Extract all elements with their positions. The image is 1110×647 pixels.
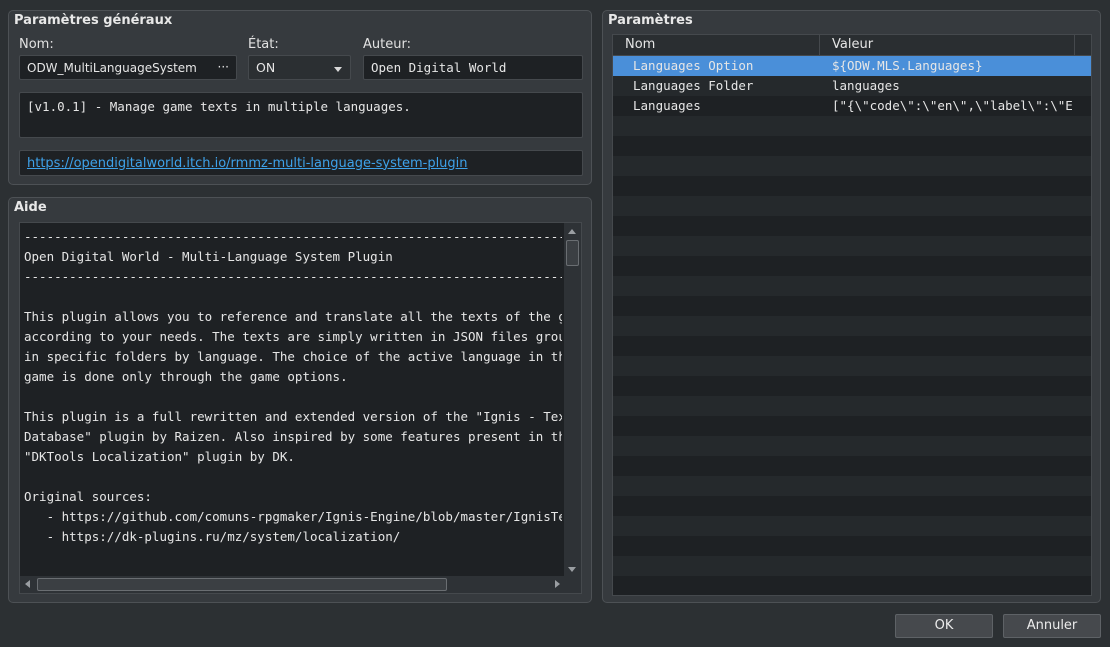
- table-stripe: [613, 156, 1091, 176]
- help-line: - https://github.com/comuns-rpgmaker/Ign…: [46, 509, 562, 524]
- table-stripe: [613, 296, 1091, 316]
- help-line: This plugin is a full rewritten and exte…: [24, 409, 562, 424]
- table-stripe: [613, 456, 1091, 476]
- scroll-corner: [564, 576, 581, 593]
- table-stripe: [613, 176, 1091, 196]
- name-label: Nom:: [19, 37, 54, 52]
- help-line: Database" plugin by Raizen. Also inspire…: [24, 429, 562, 444]
- help-line: [24, 467, 562, 487]
- table-stripe: [613, 476, 1091, 496]
- table-stripe: [613, 276, 1091, 296]
- table-stripe: [613, 316, 1091, 336]
- param-value-cell: ${ODW.MLS.Languages}: [832, 58, 983, 73]
- ok-button[interactable]: OK: [895, 614, 993, 638]
- help-line: [24, 567, 562, 575]
- table-stripe: [613, 396, 1091, 416]
- description-field[interactable]: [v1.0.1] - Manage game texts in multiple…: [19, 92, 583, 138]
- param-name-cell: Languages Option: [633, 58, 754, 73]
- author-label: Auteur:: [363, 37, 411, 52]
- table-stripe: [613, 356, 1091, 376]
- table-stripe: [613, 196, 1091, 216]
- table-row[interactable]: Languages ["{\"code\":\"en\",\"label\":\"…: [613, 96, 1091, 116]
- table-stripe: [613, 336, 1091, 356]
- chevron-down-icon: [334, 67, 342, 72]
- vertical-scroll-thumb[interactable]: [566, 240, 579, 266]
- column-header-name[interactable]: Nom: [613, 35, 820, 55]
- horizontal-scroll-thumb[interactable]: [37, 578, 447, 591]
- help-line: Open Digital World - Multi-Language Syst…: [24, 249, 393, 264]
- param-name-cell: Languages Folder: [633, 78, 754, 93]
- param-name-cell: Languages: [633, 98, 701, 113]
- description-value: [v1.0.1] - Manage game texts in multiple…: [27, 99, 411, 114]
- params-title: Paramètres: [608, 13, 693, 28]
- scroll-right-icon[interactable]: [555, 580, 560, 588]
- help-line: game is done only through the game optio…: [24, 369, 348, 384]
- help-line: ----------------------------------------…: [24, 269, 562, 284]
- table-stripe: [613, 576, 1091, 595]
- table-row[interactable]: Languages Folder languages: [613, 76, 1091, 96]
- help-line: This plugin allows you to reference and …: [24, 309, 562, 324]
- state-select[interactable]: ON: [248, 55, 351, 80]
- help-line: [24, 387, 562, 407]
- plugin-url-link[interactable]: https://opendigitalworld.itch.io/rmmz-mu…: [27, 156, 468, 171]
- table-stripe: [613, 256, 1091, 276]
- table-stripe: [613, 416, 1091, 436]
- url-field[interactable]: https://opendigitalworld.itch.io/rmmz-mu…: [19, 150, 583, 176]
- table-stripe: [613, 116, 1091, 136]
- help-line: [24, 547, 562, 567]
- help-line: "DKTools Localization" plugin by DK.: [24, 449, 295, 464]
- help-line: in specific folders by language. The cho…: [24, 349, 562, 364]
- table-stripe: [613, 436, 1091, 456]
- table-stripe: [613, 376, 1091, 396]
- param-value-cell: languages: [832, 78, 900, 93]
- state-label: État:: [248, 37, 279, 52]
- table-stripe: [613, 136, 1091, 156]
- table-stripe: [613, 536, 1091, 556]
- params-table[interactable]: Nom Valeur Languages Option ${ODW.MLS.Lan…: [612, 34, 1092, 596]
- help-line: ----------------------------------------…: [24, 229, 562, 244]
- param-value-cell: ["{\"code\":\"en\",\"label\":\"E…: [832, 98, 1072, 113]
- name-value: ODW_MultiLanguageSystem: [27, 60, 197, 75]
- table-row[interactable]: Languages Option ${ODW.MLS.Languages}: [613, 56, 1091, 76]
- help-line: according to your needs. The texts are s…: [24, 329, 562, 344]
- browse-button[interactable]: ···: [218, 60, 229, 74]
- help-line: - https://dk-plugins.ru/mz/system/locali…: [24, 529, 401, 544]
- table-header: Nom Valeur: [613, 35, 1091, 56]
- column-header-value[interactable]: Valeur: [820, 35, 1075, 55]
- vertical-scrollbar[interactable]: [564, 223, 581, 578]
- help-text-area[interactable]: ----------------------------------------…: [19, 222, 582, 594]
- scroll-left-icon[interactable]: [25, 580, 30, 588]
- cancel-button[interactable]: Annuler: [1003, 614, 1101, 638]
- author-field[interactable]: Open Digital World: [363, 55, 583, 80]
- table-stripe: [613, 556, 1091, 576]
- table-stripe: [613, 516, 1091, 536]
- state-value: ON: [256, 60, 276, 75]
- help-line: Original sources:: [24, 489, 152, 504]
- author-value: Open Digital World: [371, 60, 507, 75]
- help-line: [24, 287, 562, 307]
- general-params-title: Paramètres généraux: [14, 13, 173, 28]
- table-stripe: [613, 216, 1091, 236]
- help-text: ----------------------------------------…: [24, 227, 562, 575]
- table-stripe: [613, 496, 1091, 516]
- horizontal-scrollbar[interactable]: [20, 576, 565, 593]
- scroll-down-icon[interactable]: [568, 567, 576, 572]
- help-title: Aide: [14, 200, 47, 215]
- general-params-group: Paramètres généraux Nom: ODW_MultiLangua…: [8, 10, 592, 185]
- scroll-up-icon[interactable]: [568, 229, 576, 234]
- table-stripe: [613, 236, 1091, 256]
- name-field[interactable]: ODW_MultiLanguageSystem ···: [19, 55, 237, 80]
